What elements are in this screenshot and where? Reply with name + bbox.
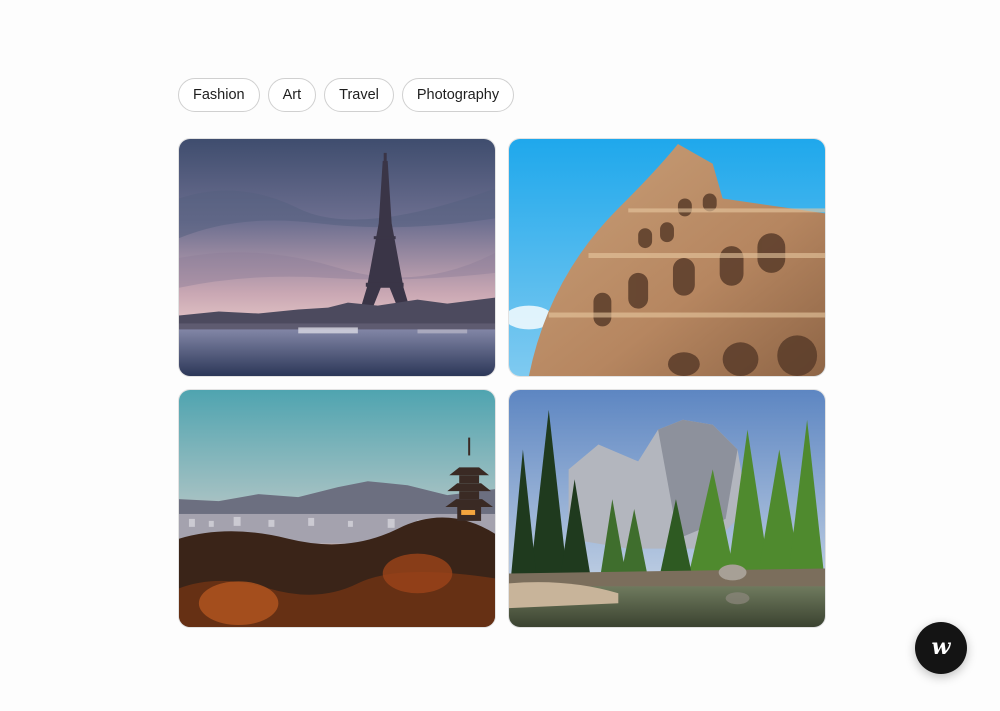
tag-photography[interactable]: Photography (401, 78, 515, 112)
tag-list: Fashion Art Travel Photography (178, 78, 515, 112)
photo-card-colosseum[interactable] (508, 138, 826, 377)
tag-fashion[interactable]: Fashion (178, 78, 260, 112)
photo-card-yosemite-forest[interactable] (508, 389, 826, 628)
w-logo-icon: w (931, 633, 951, 660)
w-logo-button[interactable]: w (915, 622, 967, 674)
tag-travel[interactable]: Travel (324, 78, 394, 112)
eiffel-tower-photo (179, 139, 495, 376)
page: Fashion Art Travel Photography w (0, 0, 1000, 711)
tag-art[interactable]: Art (267, 78, 317, 112)
photo-grid (178, 138, 826, 628)
photo-card-pagoda-city[interactable] (178, 389, 496, 628)
yosemite-forest-photo (509, 390, 825, 627)
pagoda-city-photo (179, 390, 495, 627)
photo-card-eiffel-tower[interactable] (178, 138, 496, 377)
colosseum-photo (509, 139, 825, 376)
